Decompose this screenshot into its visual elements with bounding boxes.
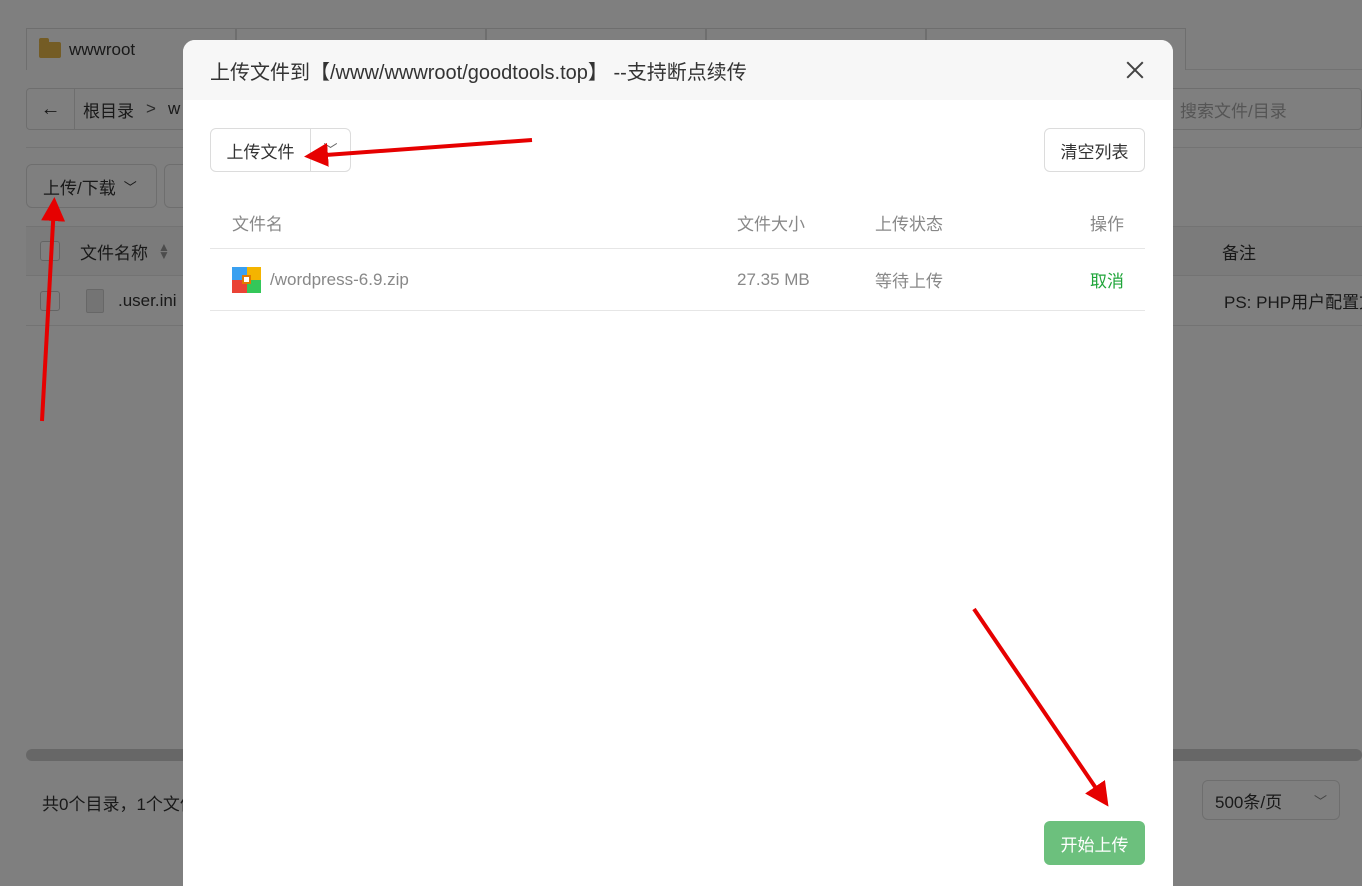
upload-file-table: 文件名 文件大小 上传状态 操作 /wordpress-6.9.zip 27.3… <box>210 196 1145 311</box>
zip-archive-icon <box>232 266 261 293</box>
chevron-down-icon[interactable]: ﹀ <box>311 140 350 160</box>
table-row: /wordpress-6.9.zip 27.35 MB 等待上传 取消 <box>210 249 1145 311</box>
column-header-size: 文件大小 <box>737 214 805 234</box>
cancel-upload-link[interactable]: 取消 <box>1090 267 1124 292</box>
upload-file-size: 27.35 MB <box>737 269 810 289</box>
upload-file-name: /wordpress-6.9.zip <box>270 269 409 289</box>
dialog-header: 上传文件到【/www/wwwroot/goodtools.top】 --支持断点… <box>183 40 1173 100</box>
upload-table-header: 文件名 文件大小 上传状态 操作 <box>210 196 1145 249</box>
dialog-title: 上传文件到【/www/wwwroot/goodtools.top】 --支持断点… <box>210 61 747 84</box>
column-header-status: 上传状态 <box>875 214 943 234</box>
column-header-action: 操作 <box>1090 214 1124 234</box>
clear-list-button[interactable]: 清空列表 <box>1044 128 1145 172</box>
start-upload-button[interactable]: 开始上传 <box>1044 821 1145 865</box>
upload-dialog: 上传文件到【/www/wwwroot/goodtools.top】 --支持断点… <box>183 40 1173 886</box>
upload-file-status: 等待上传 <box>875 272 943 291</box>
upload-file-name-cell: /wordpress-6.9.zip <box>232 266 409 293</box>
upload-file-button[interactable]: 上传文件 <box>211 129 311 171</box>
close-icon[interactable] <box>1123 58 1147 82</box>
upload-file-split-button: 上传文件 ﹀ <box>210 128 351 172</box>
column-header-filename: 文件名 <box>232 214 283 234</box>
